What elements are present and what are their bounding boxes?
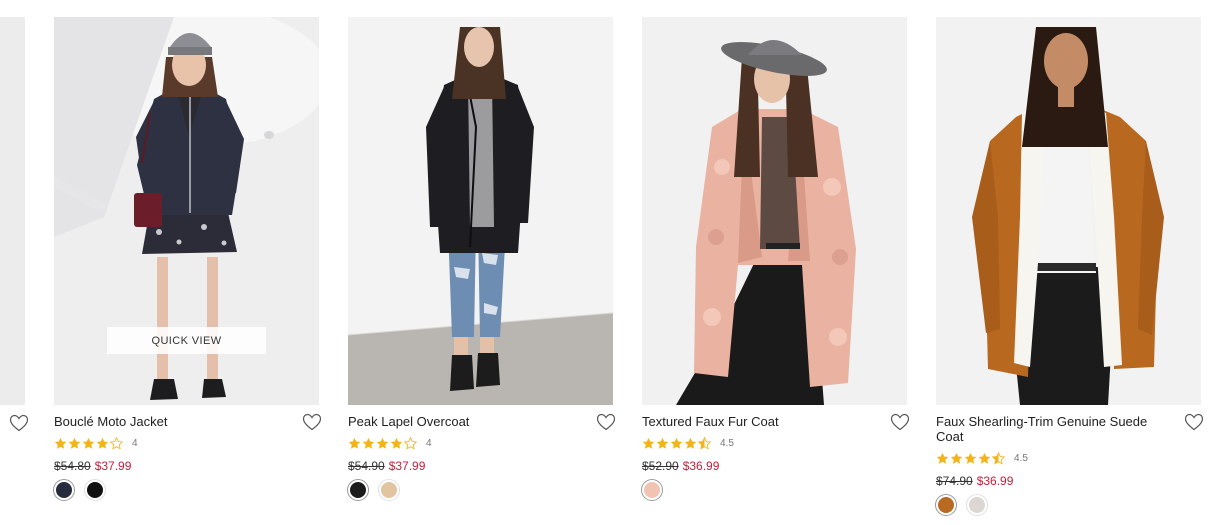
star-rating: 4 [54,436,138,450]
previous-product-image[interactable] [0,17,25,405]
original-price: $74.90 [936,474,973,488]
product-card: QUICK VIEW Bouclé Moto Jacket 4 $54.80 $3… [54,17,322,517]
product-card: Textured Faux Fur Coat 4.5 $52.90 $36.99 [642,17,910,517]
star-full-icon [656,437,669,449]
wishlist-heart-icon[interactable] [890,413,910,431]
color-swatch[interactable] [348,480,368,500]
rating-value: 4.5 [720,437,734,449]
price: $52.90 $36.99 [642,459,719,473]
price: $54.90 $37.99 [348,459,425,473]
product-image[interactable] [642,17,907,405]
sale-price: $37.99 [388,459,426,473]
star-full-icon [964,452,977,464]
color-swatches [348,480,399,500]
star-full-icon [950,452,963,464]
sale-price: $36.99 [682,459,720,473]
star-empty-icon [404,436,417,450]
star-full-icon [68,437,81,449]
product-card: Faux Shearling-Trim Genuine Suede Coat 4… [936,17,1204,517]
original-price: $54.90 [348,459,385,473]
original-price: $52.90 [642,459,679,473]
product-name[interactable]: Textured Faux Fur Coat [642,414,882,429]
star-rating: 4.5 [642,436,734,450]
star-full-icon [362,437,375,449]
star-full-icon [684,437,697,449]
rating-value: 4.5 [1014,452,1028,464]
wishlist-heart-icon[interactable] [1184,413,1204,431]
price: $74.90 $36.99 [936,474,1013,488]
rating-stars [642,436,711,450]
star-full-icon [376,437,389,449]
wishlist-heart-icon[interactable] [302,413,322,431]
color-swatch[interactable] [54,480,74,500]
color-swatch[interactable] [642,480,662,500]
star-half-icon [698,436,711,450]
star-full-icon [936,452,949,464]
color-swatch[interactable] [379,480,399,500]
color-swatch[interactable] [967,495,987,515]
star-full-icon [978,452,991,464]
color-swatch[interactable] [85,480,105,500]
sale-price: $36.99 [976,474,1014,488]
color-swatches [936,495,987,515]
product-image[interactable]: QUICK VIEW [54,17,319,405]
original-price: $54.80 [54,459,91,473]
star-empty-icon [110,436,123,450]
star-full-icon [348,437,361,449]
star-full-icon [670,437,683,449]
product-image[interactable] [936,17,1201,405]
star-half-icon [992,451,1005,465]
rating-stars [348,436,417,450]
product-card: Peak Lapel Overcoat 4 $54.90 $37.99 [348,17,616,517]
rating-stars [54,436,123,450]
wishlist-heart-icon[interactable] [9,414,29,432]
star-full-icon [390,437,403,449]
wishlist-heart-icon[interactable] [596,413,616,431]
sale-price: $37.99 [94,459,132,473]
star-full-icon [96,437,109,449]
quick-view-button[interactable]: QUICK VIEW [107,327,266,354]
color-swatches [54,480,105,500]
color-swatches [642,480,662,500]
product-image[interactable] [348,17,613,405]
rating-stars [936,451,1005,465]
star-rating: 4.5 [936,451,1028,465]
color-swatch[interactable] [936,495,956,515]
product-name[interactable]: Faux Shearling-Trim Genuine Suede Coat [936,414,1176,444]
star-full-icon [54,437,67,449]
star-full-icon [642,437,655,449]
rating-value: 4 [132,437,138,449]
price: $54.80 $37.99 [54,459,131,473]
product-name[interactable]: Bouclé Moto Jacket [54,414,294,429]
rating-value: 4 [426,437,432,449]
star-rating: 4 [348,436,432,450]
product-name[interactable]: Peak Lapel Overcoat [348,414,588,429]
star-full-icon [82,437,95,449]
